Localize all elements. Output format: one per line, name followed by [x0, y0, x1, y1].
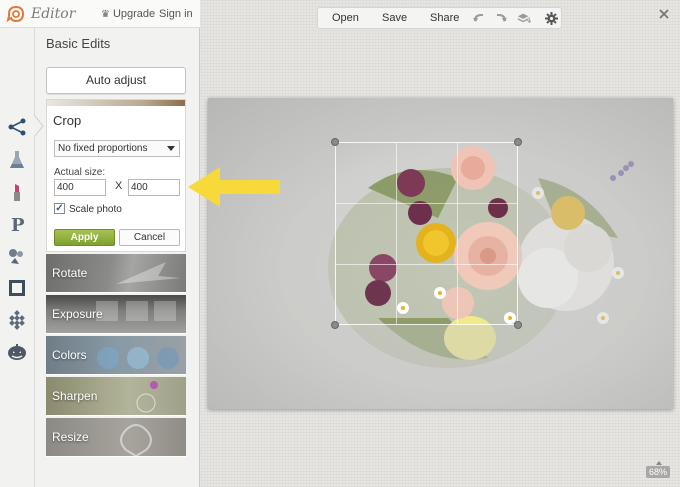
crop-title: Crop [53, 113, 82, 128]
close-icon[interactable] [658, 8, 670, 20]
logo-icon[interactable] [6, 5, 26, 23]
crop-grid-line [335, 203, 518, 204]
tool-label: Resize [52, 430, 89, 444]
texture-icon[interactable] [6, 309, 28, 331]
crop-tile-preview [47, 100, 185, 106]
width-input[interactable] [54, 179, 106, 196]
connect-nodes-icon[interactable] [6, 116, 28, 138]
crop-panel: Crop No fixed proportions Actual size: X… [46, 99, 186, 252]
times-symbol: X [115, 180, 123, 192]
tool-sharpen[interactable]: Sharpen [46, 377, 186, 416]
crop-grid [335, 142, 518, 325]
crop-handle-bottom-left[interactable] [331, 321, 339, 329]
lipstick-icon[interactable] [6, 181, 28, 203]
tool-exposure[interactable]: Exposure [46, 295, 186, 334]
height-input[interactable] [128, 179, 180, 196]
crop-handle-bottom-right[interactable] [514, 321, 522, 329]
upgrade-label: Upgrade [112, 8, 156, 20]
scale-photo-checkbox[interactable]: ✓ [54, 203, 65, 214]
redo-icon[interactable] [494, 11, 508, 25]
chevron-down-icon [167, 146, 175, 151]
tool-label: Rotate [52, 266, 88, 280]
rail-divider [34, 28, 35, 487]
left-panel: Editor ♛ Upgrade Sign in P Basic Edits A… [0, 0, 200, 487]
frame-icon[interactable] [6, 277, 28, 299]
tool-rotate[interactable]: Rotate [46, 254, 186, 293]
editor-canvas: Open Save Share 68% [201, 0, 680, 487]
upgrade-link[interactable]: ♛ Upgrade [101, 8, 155, 20]
proportion-select-value: No fixed proportions [58, 143, 148, 154]
section-title: Basic Edits [46, 36, 111, 51]
share-button[interactable]: Share [430, 12, 459, 24]
active-category-pointer [34, 115, 44, 137]
scale-photo-label: Scale photo [69, 204, 122, 215]
pumpkin-icon[interactable] [6, 341, 28, 363]
crop-grid-line [396, 142, 397, 325]
tool-label: Sharpen [52, 389, 98, 403]
gear-icon[interactable] [544, 11, 558, 25]
svg-text:P: P [11, 215, 25, 234]
auto-adjust-button[interactable]: Auto adjust [46, 67, 186, 94]
crop-selection[interactable] [331, 138, 522, 329]
top-toolbar: Open Save Share [317, 7, 562, 29]
flask-icon[interactable] [6, 149, 28, 171]
apply-button[interactable]: Apply [54, 229, 115, 246]
crop-grid-line [335, 264, 518, 265]
tool-colors[interactable]: Colors [46, 336, 186, 375]
crown-icon: ♛ [101, 9, 110, 20]
crop-handle-top-right[interactable] [514, 138, 522, 146]
save-button[interactable]: Save [382, 12, 407, 24]
tool-label: Exposure [52, 307, 103, 321]
crop-grid-line [457, 142, 458, 325]
text-p-icon[interactable]: P [6, 213, 28, 235]
sign-in-link[interactable]: Sign in [159, 8, 193, 20]
cancel-button[interactable]: Cancel [119, 229, 180, 246]
open-button[interactable]: Open [332, 12, 359, 24]
proportion-select[interactable]: No fixed proportions [54, 140, 180, 157]
tool-resize[interactable]: Resize [46, 418, 186, 457]
zoom-up-icon[interactable] [656, 461, 662, 465]
tool-category-rail: P [0, 28, 34, 487]
zoom-level[interactable]: 68% [645, 466, 670, 478]
app-brand: Editor [31, 6, 76, 22]
tool-label: Colors [52, 348, 87, 362]
actual-size-label: Actual size: [54, 167, 106, 178]
undo-icon[interactable] [472, 11, 486, 25]
crop-handle-top-left[interactable] [331, 138, 339, 146]
app-header: Editor ♛ Upgrade Sign in [0, 0, 200, 28]
layers-icon[interactable] [517, 11, 531, 25]
annotation-arrow-icon [188, 167, 280, 207]
stickers-icon[interactable] [6, 245, 28, 267]
